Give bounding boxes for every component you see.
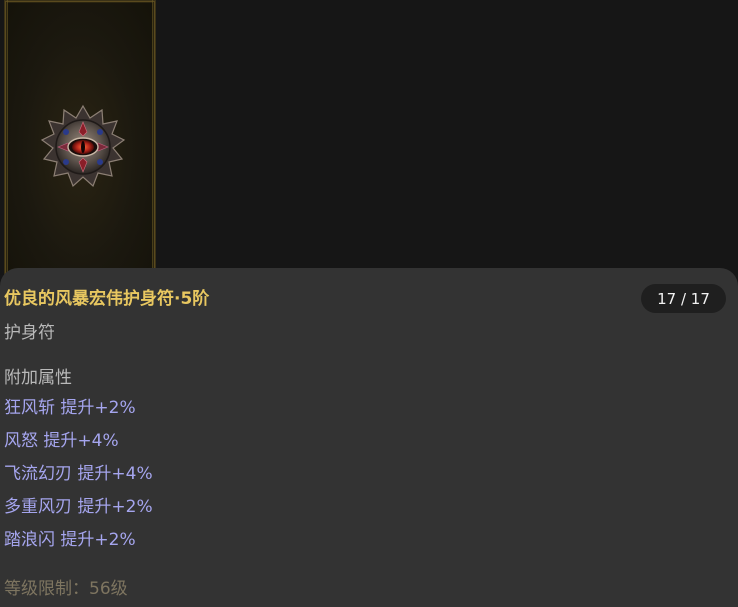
item-slot-frame[interactable] <box>4 0 156 275</box>
item-type: 护身符 <box>4 323 55 343</box>
attribute-item: 踏浪闪 提升+2% <box>4 530 136 550</box>
amulet-icon <box>40 104 126 188</box>
attribute-item: 狂风斩 提升+2% <box>4 398 136 418</box>
attributes-header: 附加属性 <box>4 368 72 388</box>
attribute-list: 狂风斩 提升+2% 风怒 提升+4% 飞流幻刃 提升+4% 多重风刃 提升+2%… <box>4 396 153 561</box>
attribute-item: 风怒 提升+4% <box>4 431 119 451</box>
page-indicator-badge: 17 / 17 <box>641 284 726 313</box>
attribute-item: 飞流幻刃 提升+4% <box>4 464 153 484</box>
item-name: 优良的风暴宏伟护身符·5阶 <box>4 289 210 309</box>
attribute-item: 多重风刃 提升+2% <box>4 497 153 517</box>
item-preview-area <box>0 0 738 275</box>
level-requirement: 等级限制：56级 <box>4 579 128 599</box>
